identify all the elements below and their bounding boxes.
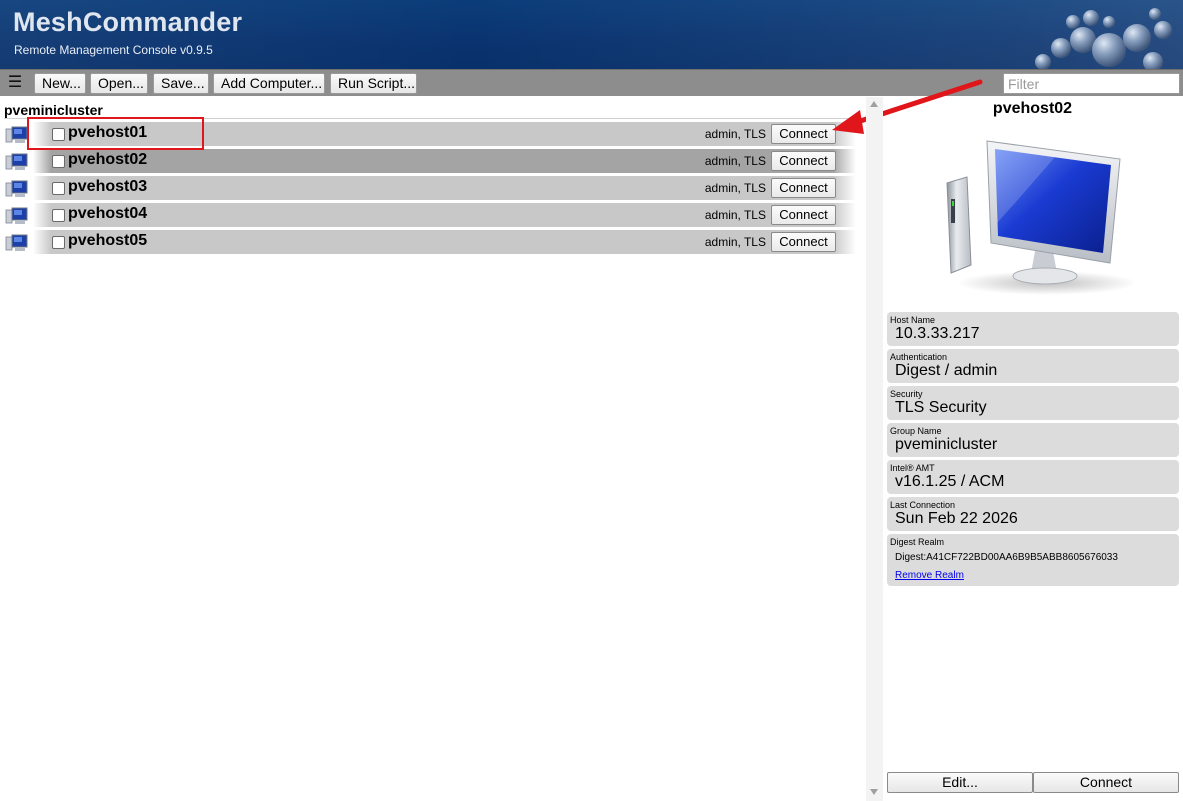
host-name-field: Host Name 10.3.33.217 xyxy=(887,312,1179,346)
field-label: Last Connection xyxy=(890,500,956,510)
host-auth: admin, TLS xyxy=(704,127,766,141)
open-button[interactable]: Open... xyxy=(90,73,148,94)
host-checkbox[interactable] xyxy=(52,209,65,222)
connect-button-pvehost01[interactable]: Connect xyxy=(771,124,836,144)
detail-title: pvehost02 xyxy=(992,100,1073,117)
add-computer-button[interactable]: Add Computer... xyxy=(213,73,325,94)
mesh-logo-icon xyxy=(1035,8,1172,69)
list-scrollbar[interactable] xyxy=(866,97,883,801)
detail-connect-button[interactable]: Connect xyxy=(1033,772,1179,793)
computer-icon xyxy=(5,153,28,170)
field-value: pveminicluster xyxy=(895,436,998,453)
filter-input[interactable] xyxy=(1003,73,1180,94)
field-label: Authentication xyxy=(890,352,948,362)
field-label: Host Name xyxy=(890,315,936,325)
hamburger-menu-icon[interactable]: ☰ xyxy=(7,75,23,91)
host-row-pvehost03[interactable]: pvehost03 admin, TLS Connect xyxy=(0,176,860,200)
security-field: Security TLS Security xyxy=(887,386,1179,420)
computer-icon xyxy=(5,180,28,197)
host-checkbox[interactable] xyxy=(52,236,65,249)
host-checkbox[interactable] xyxy=(52,155,65,168)
app-header: MeshCommander Remote Management Console … xyxy=(0,0,1183,69)
connect-button-pvehost05[interactable]: Connect xyxy=(771,232,836,252)
host-row-pvehost05[interactable]: pvehost05 admin, TLS Connect xyxy=(0,230,860,254)
connect-button-pvehost03[interactable]: Connect xyxy=(771,178,836,198)
computer-icon xyxy=(5,234,28,251)
field-label: Intel® AMT xyxy=(890,463,935,473)
host-auth: admin, TLS xyxy=(704,181,766,195)
host-checkbox[interactable] xyxy=(52,182,65,195)
host-auth: admin, TLS xyxy=(704,154,766,168)
host-name: pvehost04 xyxy=(68,205,148,222)
computer-icon xyxy=(5,126,28,143)
group-title: pveminicluster xyxy=(4,102,103,118)
computer-icon xyxy=(5,207,28,224)
field-value: v16.1.25 / ACM xyxy=(895,473,1005,490)
digest-realm-field: Digest Realm Digest:A41CF722BD00AA6B9B5A… xyxy=(887,534,1179,586)
host-name: pvehost02 xyxy=(68,151,148,168)
app-subtitle: Remote Management Console v0.9.5 xyxy=(14,43,213,57)
remove-realm-link[interactable]: Remove Realm xyxy=(895,570,964,581)
digest-realm-value: Digest:A41CF722BD00AA6B9B5ABB8605676033 xyxy=(895,552,1118,563)
connect-button-pvehost04[interactable]: Connect xyxy=(771,205,836,225)
field-value: 10.3.33.217 xyxy=(895,325,980,342)
field-value: Digest / admin xyxy=(895,362,998,379)
host-name: pvehost03 xyxy=(68,178,148,195)
field-value: TLS Security xyxy=(895,399,987,416)
field-label: Security xyxy=(890,389,923,399)
red-highlight-box xyxy=(27,117,204,150)
edit-button[interactable]: Edit... xyxy=(887,772,1033,793)
app-title: MeshCommander xyxy=(13,7,243,37)
host-name: pvehost05 xyxy=(68,232,148,249)
scroll-up-arrow-icon[interactable] xyxy=(870,101,878,107)
run-script-button[interactable]: Run Script... xyxy=(330,73,417,94)
last-connection-field: Last Connection Sun Feb 22 2026 xyxy=(887,497,1179,531)
host-auth: admin, TLS xyxy=(704,208,766,222)
scroll-down-arrow-icon[interactable] xyxy=(870,789,878,795)
toolbar: ☰ New... Open... Save... Add Computer...… xyxy=(0,69,1183,96)
authentication-field: Authentication Digest / admin xyxy=(887,349,1179,383)
host-row-pvehost02[interactable]: pvehost02 admin, TLS Connect xyxy=(0,149,860,173)
connect-button-pvehost02[interactable]: Connect xyxy=(771,151,836,171)
intel-amt-field: Intel® AMT v16.1.25 / ACM xyxy=(887,460,1179,494)
field-value: Sun Feb 22 2026 xyxy=(895,510,1018,527)
group-name-field: Group Name pveminicluster xyxy=(887,423,1179,457)
field-label: Group Name xyxy=(890,426,942,436)
host-auth: admin, TLS xyxy=(704,235,766,249)
host-row-pvehost04[interactable]: pvehost04 admin, TLS Connect xyxy=(0,203,860,227)
save-button[interactable]: Save... xyxy=(153,73,209,94)
computer-image-icon xyxy=(946,140,1137,295)
new-button[interactable]: New... xyxy=(34,73,86,94)
field-label: Digest Realm xyxy=(890,537,945,547)
